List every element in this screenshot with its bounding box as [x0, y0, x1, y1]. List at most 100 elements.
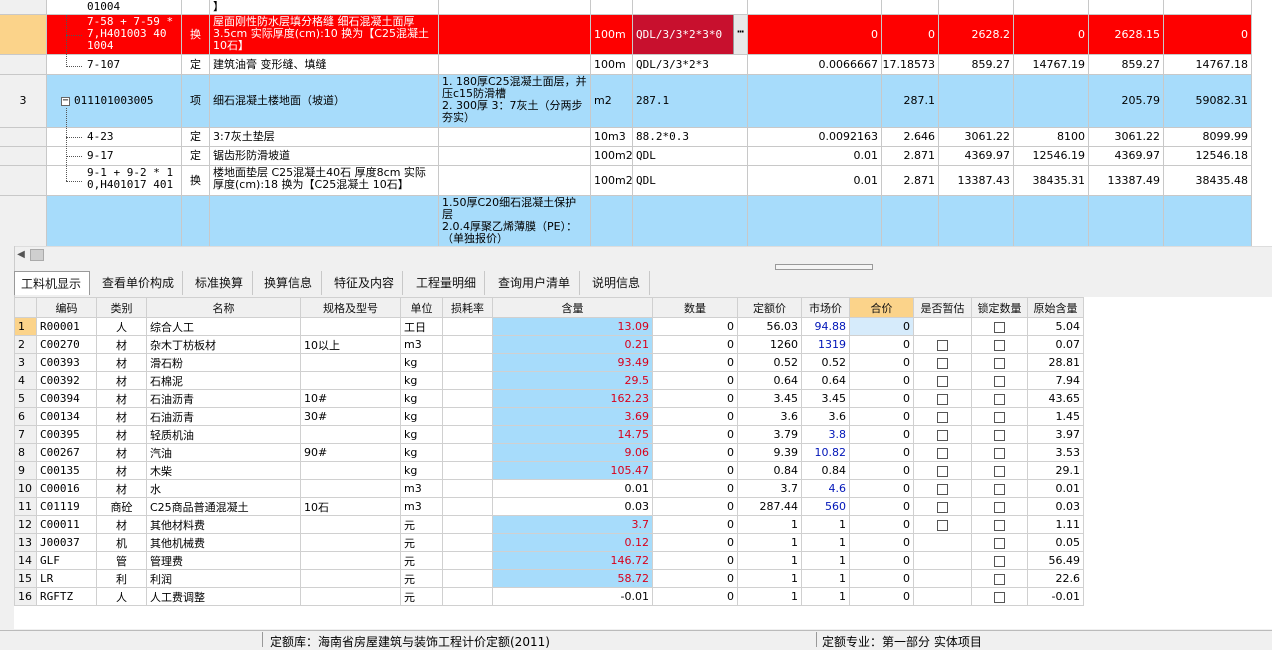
resource-content[interactable]: 9.06 — [492, 443, 653, 462]
estimate-checkbox[interactable] — [937, 429, 948, 441]
scroll-thumb[interactable] — [30, 249, 44, 261]
col-header-original[interactable]: 原始含量 — [1027, 297, 1084, 318]
table-row[interactable]: 7-107 定 建筑油膏 变形缝、填缝 100m QDL/3/3*2*3 0.0… — [0, 55, 1272, 75]
tab-description[interactable]: 说明信息 — [586, 271, 650, 295]
resource-market-price[interactable]: 1 — [801, 533, 850, 552]
item-expression[interactable]: QDL/3/3*2*3 — [633, 55, 748, 75]
resource-loss-rate[interactable] — [442, 587, 493, 606]
table-row[interactable]: 16 RGFTZ 人人工费调整元 -0.01 0 1 1 0 -0.01 — [14, 587, 1084, 606]
col-header-content[interactable]: 含量 — [492, 297, 653, 318]
lock-checkbox[interactable] — [994, 321, 1005, 333]
estimate-checkbox[interactable] — [937, 393, 948, 405]
table-row[interactable]: 6 C00134 材石油沥青 30# kg 3.69 0 3.6 3.6 0 1.45 — [14, 407, 1084, 426]
table-row[interactable]: 7 C00395 材轻质机油 kg 14.75 0 3.79 3.8 0 3.97 — [14, 425, 1084, 444]
table-row[interactable]: 2 C00270 材杂木丁枋板材 10以上 m3 0.21 0 1260 1319 0 0.07 — [14, 335, 1084, 354]
table-row[interactable]: 7-58 + 7-59 * 7,H401003 40 1004 换 屋面刚性防水… — [0, 15, 1272, 55]
item-expression[interactable]: 88.2*0.3 — [633, 128, 748, 147]
resource-market-price[interactable]: 1 — [801, 569, 850, 588]
resource-content[interactable]: 162.23 — [492, 389, 653, 408]
resource-loss-rate[interactable] — [442, 443, 493, 462]
item-expression[interactable]: QDL — [633, 147, 748, 166]
table-row[interactable]: 5 C00394 材石油沥青 10# kg 162.23 0 3.45 3.45 0 43.65 — [14, 389, 1084, 408]
lock-checkbox[interactable] — [994, 339, 1005, 351]
estimate-checkbox[interactable] — [937, 411, 948, 423]
lock-checkbox[interactable] — [994, 537, 1005, 549]
resource-loss-rate[interactable] — [442, 533, 493, 552]
resource-market-price[interactable]: 94.88 — [801, 317, 850, 336]
col-header-unit[interactable]: 单位 — [400, 297, 443, 318]
resource-content[interactable]: 93.49 — [492, 353, 653, 372]
table-row[interactable]: 9-1 + 9-2 * 1 0,H401017 401 换 楼地面垫层 C25混… — [0, 166, 1272, 196]
resource-loss-rate[interactable] — [442, 479, 493, 498]
table-row[interactable]: 9 C00135 材木柴 kg 105.47 0 0.84 0.84 0 29.1 — [14, 461, 1084, 480]
table-row[interactable]: 3 C00393 材滑石粉 kg 93.49 0 0.52 0.52 0 28.81 — [14, 353, 1084, 372]
estimate-checkbox[interactable] — [937, 501, 948, 513]
scroll-left-icon[interactable]: ◀ — [15, 249, 27, 261]
resource-loss-rate[interactable] — [442, 497, 493, 516]
estimate-checkbox[interactable] — [937, 375, 948, 387]
resource-market-price[interactable]: 0.64 — [801, 371, 850, 390]
resource-content[interactable]: 0.21 — [492, 335, 653, 354]
resource-loss-rate[interactable] — [442, 335, 493, 354]
col-header-loss[interactable]: 损耗率 — [442, 297, 493, 318]
resource-market-price[interactable]: 3.8 — [801, 425, 850, 444]
col-header-market-price[interactable]: 市场价 — [801, 297, 850, 318]
lock-checkbox[interactable] — [994, 591, 1005, 603]
col-header-lock[interactable]: 锁定数量 — [971, 297, 1028, 318]
table-row[interactable]: 1.50厚C20细石混凝土保护层 2.0.4厚聚乙烯薄膜（PE）：（单独报价） — [0, 196, 1272, 246]
col-header-estimate[interactable]: 是否暂估 — [913, 297, 972, 318]
resource-market-price[interactable]: 1319 — [801, 335, 850, 354]
col-header-total[interactable]: 合价 — [849, 297, 914, 318]
item-expression-editor[interactable]: QDL/3/3*2*3*0 ⋯ — [633, 15, 748, 55]
col-header-spec[interactable]: 规格及型号 — [300, 297, 401, 318]
resource-content[interactable]: 3.69 — [492, 407, 653, 426]
table-row[interactable]: 10 C00016 材水 m3 0.01 0 3.7 4.6 0 0.01 — [14, 479, 1084, 498]
resource-loss-rate[interactable] — [442, 515, 493, 534]
lock-checkbox[interactable] — [994, 393, 1005, 405]
resource-content[interactable]: 0.12 — [492, 533, 653, 552]
table-row[interactable]: 9-17 定 锯齿形防滑坡道 100m2 QDL 0.01 2.871 4369… — [0, 147, 1272, 166]
lock-checkbox[interactable] — [994, 375, 1005, 387]
resource-market-price[interactable]: 1 — [801, 587, 850, 606]
lock-checkbox[interactable] — [994, 483, 1005, 495]
resource-market-price[interactable]: 0.52 — [801, 353, 850, 372]
item-code-cell[interactable]: − 011101003005 — [47, 75, 182, 128]
estimate-checkbox[interactable] — [937, 357, 948, 369]
lock-checkbox[interactable] — [994, 573, 1005, 585]
tab-user-list[interactable]: 查询用户清单 — [492, 271, 580, 295]
lock-checkbox[interactable] — [994, 411, 1005, 423]
estimate-checkbox[interactable] — [937, 465, 948, 477]
resource-loss-rate[interactable] — [442, 389, 493, 408]
table-row[interactable]: 14 GLF 管管理费元 146.72 0 1 1 0 56.49 — [14, 551, 1084, 570]
resource-loss-rate[interactable] — [442, 551, 493, 570]
tab-standard-conversion[interactable]: 标准换算 — [189, 271, 253, 295]
item-expression[interactable]: QDL — [633, 166, 748, 196]
estimate-checkbox[interactable] — [937, 339, 948, 351]
col-header-base-price[interactable]: 定额价 — [737, 297, 802, 318]
resource-content[interactable]: 105.47 — [492, 461, 653, 480]
tab-unit-price[interactable]: 查看单价构成 — [96, 271, 183, 295]
item-expression[interactable]: 287.1 — [633, 75, 748, 128]
resource-loss-rate[interactable] — [442, 317, 493, 336]
collapse-icon[interactable]: − — [61, 95, 70, 106]
resource-loss-rate[interactable] — [442, 461, 493, 480]
resource-loss-rate[interactable] — [442, 371, 493, 390]
horizontal-scrollbar[interactable]: ◀ — [14, 246, 1272, 263]
resource-content[interactable]: 29.5 — [492, 371, 653, 390]
resource-content[interactable]: -0.01 — [492, 587, 653, 606]
resource-loss-rate[interactable] — [442, 569, 493, 588]
resource-loss-rate[interactable] — [442, 353, 493, 372]
table-row[interactable]: 01004 】 — [0, 0, 1272, 15]
col-header-code[interactable]: 编码 — [36, 297, 97, 318]
resource-loss-rate[interactable] — [442, 407, 493, 426]
estimate-checkbox[interactable] — [937, 447, 948, 459]
estimate-checkbox[interactable] — [937, 483, 948, 495]
table-row[interactable]: 15 LR 利利润元 58.72 0 1 1 0 22.6 — [14, 569, 1084, 588]
lock-checkbox[interactable] — [994, 501, 1005, 513]
resource-content[interactable]: 58.72 — [492, 569, 653, 588]
resource-market-price[interactable]: 0.84 — [801, 461, 850, 480]
lock-checkbox[interactable] — [994, 429, 1005, 441]
table-row[interactable]: 12 C00011 材其他材料费元 3.7 0 1 1 0 1.11 — [14, 515, 1084, 534]
resource-content[interactable]: 14.75 — [492, 425, 653, 444]
table-row[interactable]: 1 R00001 人综合人工 工日 13.09 0 56.03 94.88 0 5.04 — [14, 317, 1084, 336]
